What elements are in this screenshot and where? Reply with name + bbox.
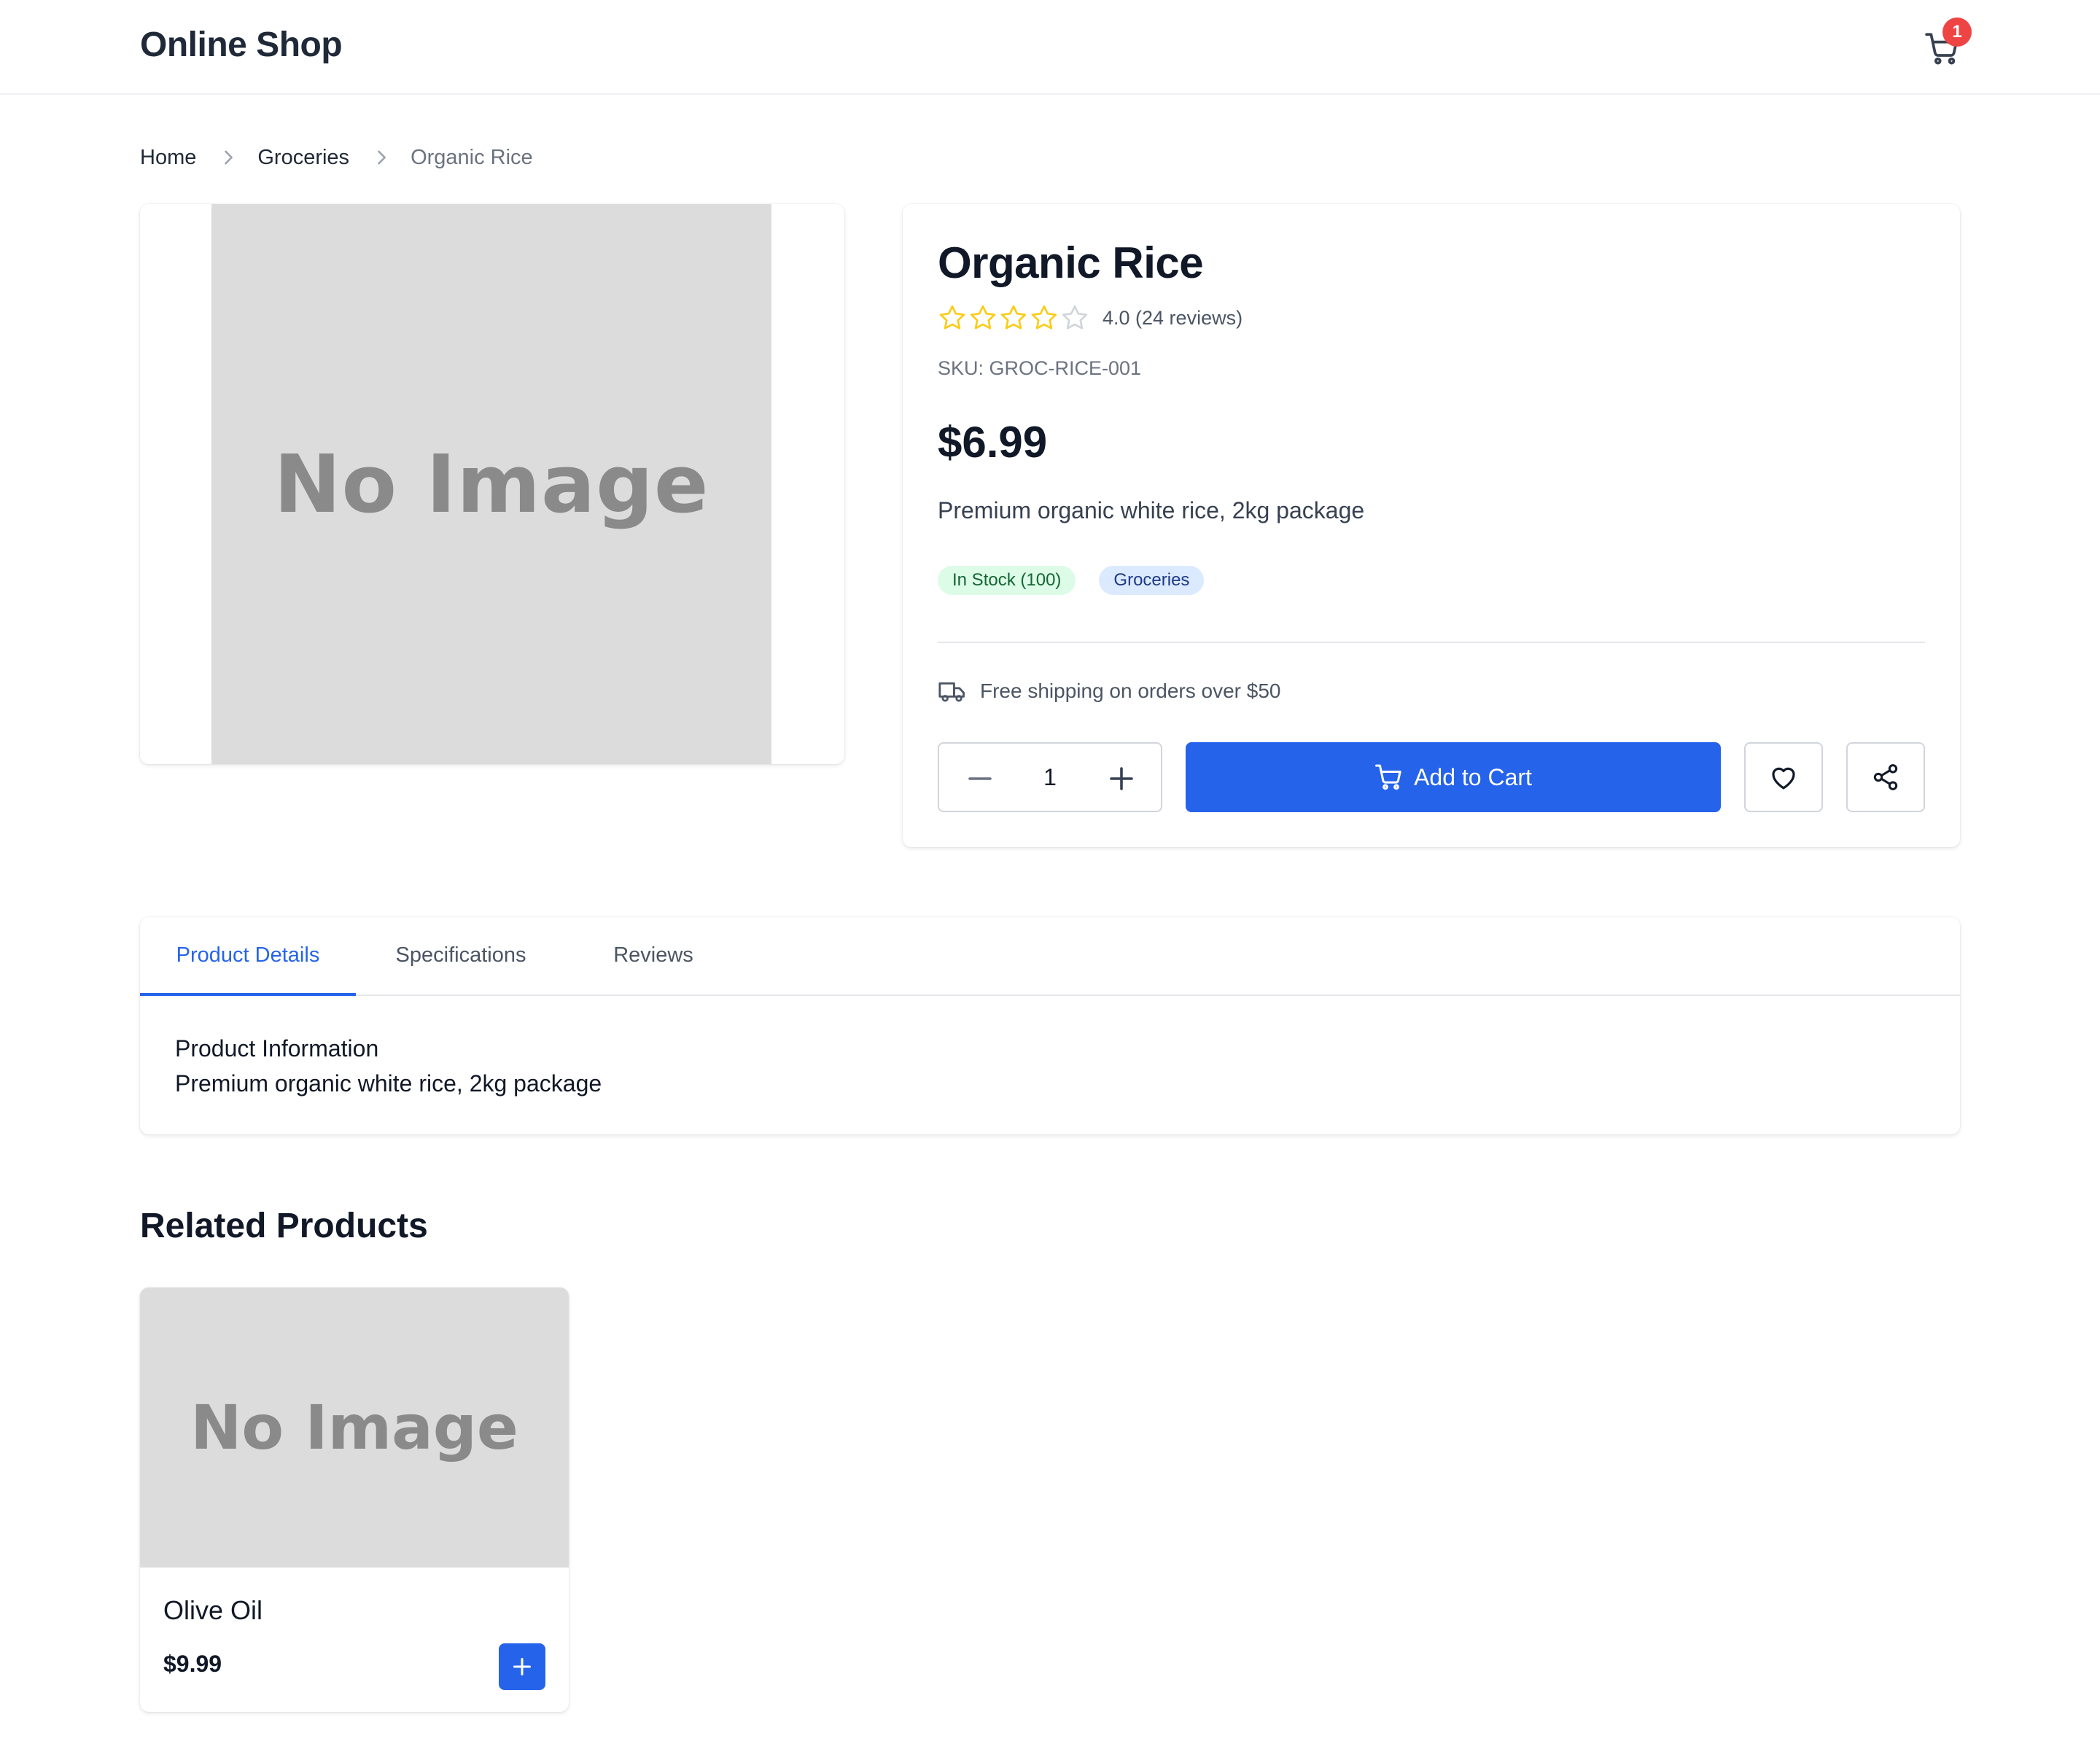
related-product-name[interactable]: Olive Oil <box>163 1595 262 1626</box>
share-button[interactable] <box>1846 742 1925 812</box>
tab-content: Product Information Premium organic whit… <box>175 1031 602 1101</box>
plus-icon[interactable] <box>1104 761 1139 796</box>
site-header: Online Shop 1 <box>0 0 2100 95</box>
star-filled-icon <box>970 305 996 330</box>
breadcrumb-home[interactable]: Home <box>140 146 196 170</box>
related-product-add-button[interactable] <box>499 1643 545 1690</box>
breadcrumb-category[interactable]: Groceries <box>257 146 349 170</box>
tab-content-heading: Product Information <box>175 1035 379 1062</box>
plus-icon <box>513 1658 531 1675</box>
minus-icon[interactable] <box>962 761 998 796</box>
tab-specifications[interactable]: Specifications <box>356 917 566 996</box>
chevron-right-icon <box>225 150 233 165</box>
quantity-stepper: 1 <box>938 742 1162 812</box>
product-image-card: No Image <box>140 204 844 764</box>
product-badges: In Stock (100) Groceries <box>938 566 1227 595</box>
tab-product-details[interactable]: Product Details <box>140 917 356 996</box>
related-products-title: Related Products <box>140 1207 428 1245</box>
product-info-card: Organic Rice 4.0 (24 reviews) SKU: GROC-… <box>903 204 1960 847</box>
product-tabs-card: Product Details Specifications Reviews P… <box>140 917 1960 1134</box>
tab-bar: Product Details Specifications Reviews <box>140 917 1960 996</box>
product-image-placeholder: No Image <box>211 204 771 764</box>
add-to-cart-button[interactable]: Add to Cart <box>1186 742 1721 812</box>
wishlist-button[interactable] <box>1744 742 1823 812</box>
star-empty-icon <box>1062 305 1088 330</box>
chevron-right-icon <box>378 150 386 165</box>
product-sku: SKU: GROC-RICE-001 <box>938 357 1142 379</box>
shopping-cart-icon <box>1375 764 1401 790</box>
truck-icon <box>938 682 965 702</box>
related-product-image-placeholder: No Image <box>140 1288 569 1568</box>
add-to-cart-label: Add to Cart <box>1414 763 1532 790</box>
product-price: $6.99 <box>938 418 1048 467</box>
heart-icon <box>1772 767 1795 790</box>
star-filled-icon <box>1000 305 1027 330</box>
shipping-note: Free shipping on orders over $50 <box>938 678 1280 704</box>
category-badge[interactable]: Groceries <box>1099 566 1205 595</box>
breadcrumb: Home Groceries Organic Rice <box>140 143 533 172</box>
star-filled-icon <box>939 305 965 330</box>
star-filled-icon <box>1031 305 1057 330</box>
product-rating: 4.0 (24 reviews) <box>938 303 1242 332</box>
brand-logo-text[interactable]: Online Shop <box>140 25 343 65</box>
cart-count-badge: 1 <box>1942 17 1972 47</box>
product-description: Premium organic white rice, 2kg package <box>938 497 1365 523</box>
tab-reviews[interactable]: Reviews <box>566 917 741 996</box>
stock-badge: In Stock (100) <box>938 566 1076 595</box>
related-product-price: $9.99 <box>163 1651 222 1677</box>
breadcrumb-current: Organic Rice <box>411 145 533 169</box>
share-icon <box>1873 764 1898 790</box>
tab-content-body: Premium organic white rice, 2kg package <box>175 1070 602 1097</box>
quantity-value[interactable]: 1 <box>1012 744 1088 811</box>
divider <box>938 642 1925 643</box>
related-product-card[interactable]: No Image Olive Oil $9.99 <box>140 1288 569 1712</box>
rating-text: 4.0 (24 reviews) <box>1102 306 1243 329</box>
product-title: Organic Rice <box>938 238 1204 287</box>
shipping-text: Free shipping on orders over $50 <box>980 680 1281 702</box>
